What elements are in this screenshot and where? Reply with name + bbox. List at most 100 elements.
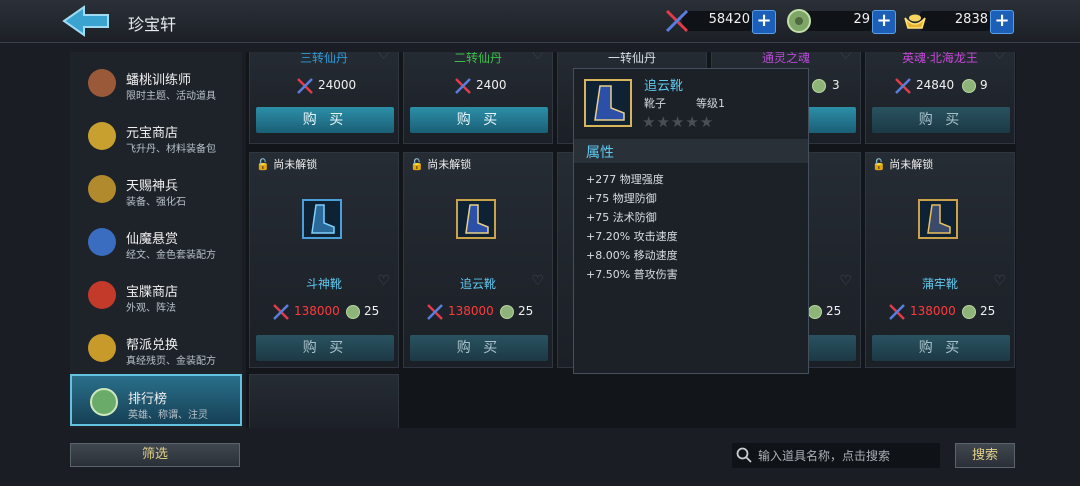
search-box (732, 443, 940, 468)
item-name: 三转仙丹 (299, 52, 348, 65)
divine-weapon-icon (88, 175, 116, 203)
search-input[interactable] (756, 445, 936, 467)
lock-icon: 🔓 (256, 158, 270, 171)
item-card[interactable] (249, 374, 399, 428)
sidebar-item-guild-exchange[interactable]: 帮派兑换 真经残页、金装配方 (70, 322, 242, 374)
item-name: 蒲牢靴 (921, 277, 958, 291)
item-name: 斗神靴 (305, 277, 342, 291)
lock-text: 尚未解锁 (889, 158, 934, 171)
item-name: 英魂·北海龙王 (902, 52, 978, 65)
favorite-heart-icon[interactable]: ♡ (377, 273, 390, 289)
jade-coin-icon (962, 305, 976, 319)
jade-coin-icon (962, 79, 976, 93)
crossed-swords-icon (895, 78, 911, 94)
sidebar-item-sub: 飞升丹、材料装备包 (126, 144, 216, 155)
sidebar-item-label: 天赐神兵 (126, 179, 179, 194)
item-name: 一转仙丹 (607, 52, 656, 65)
category-sidebar: 蟠桃训练师 限时主题、活动道具 元宝商店 飞升丹、材料装备包 天赐神兵 装备、强… (70, 52, 242, 428)
price-value: 24000 (318, 78, 357, 92)
buy-button[interactable]: 购 买 (872, 335, 1010, 361)
item-tooltip: 追云靴 靴子 等级1 ★★★★★ 属性 +277 物理强度 +75 物理防御 +… (573, 68, 809, 374)
sidebar-item-peach-trainer[interactable]: 蟠桃训练师 限时主题、活动道具 (70, 57, 242, 109)
item-card[interactable]: 🔓 尚未解锁 斗神靴 ♡ 138000 25 购 买 (249, 152, 399, 368)
favorite-heart-icon[interactable]: ♡ (839, 52, 852, 63)
filter-button[interactable]: 筛选 (70, 443, 240, 467)
sidebar-item-scroll-shop[interactable]: 宝牒商店 外观、阵法 (70, 269, 242, 321)
add-currency-button[interactable]: + (752, 10, 776, 34)
tooltip-item-level: 等级1 (696, 97, 725, 110)
jade-coin-icon (787, 9, 811, 33)
gold-ingot-icon (904, 14, 926, 29)
price-value: 138000 (448, 304, 494, 318)
buy-button[interactable]: 购 买 (256, 335, 394, 361)
lock-text: 尚未解锁 (273, 158, 318, 171)
back-arrow-icon[interactable] (62, 4, 112, 38)
stat-line: +75 物理防御 (586, 192, 657, 205)
peach-icon (88, 69, 116, 97)
sidebar-item-label: 排行榜 (128, 392, 168, 407)
buy-button[interactable]: 购 买 (410, 107, 548, 133)
price-jade-value: 25 (980, 304, 996, 318)
jade-coin-icon (812, 79, 826, 93)
item-price: 138000 25 (404, 303, 552, 321)
stat-line: +7.50% 普攻伤害 (586, 268, 678, 281)
sidebar-item-ranking[interactable]: 排行榜 英雄、称谓、注灵 (70, 374, 242, 426)
boot-icon (302, 199, 342, 239)
stat-line: +7.20% 攻击速度 (586, 230, 678, 243)
add-currency-button[interactable]: + (872, 10, 896, 34)
section-title: 属性 (586, 145, 614, 161)
currency-jade: 29 + (786, 8, 896, 34)
sidebar-item-sub: 外观、阵法 (126, 303, 176, 314)
item-card[interactable]: 🔓 尚未解锁 追云靴 ♡ 138000 25 购 买 (403, 152, 553, 368)
star-rating: ★★★★★ (642, 113, 715, 131)
currency-gold: 2838 + (902, 8, 1014, 34)
item-price: 138000 25 (250, 303, 398, 321)
crossed-swords-icon (273, 304, 289, 320)
sidebar-item-sub: 英雄、称谓、注灵 (128, 410, 208, 421)
page-title: 珍宝轩 (128, 15, 177, 34)
sidebar-item-label: 宝牒商店 (126, 285, 179, 300)
item-name: 二转仙丹 (453, 52, 502, 65)
favorite-heart-icon[interactable]: ♡ (839, 273, 852, 289)
price-jade-value: 25 (518, 304, 534, 318)
boot-icon (918, 199, 958, 239)
price-jade-value: 3 (832, 78, 840, 92)
item-name: 追云靴 (459, 277, 496, 291)
sidebar-item-yuanbao-shop[interactable]: 元宝商店 飞升丹、材料装备包 (70, 110, 242, 162)
sidebar-item-divine-weapon[interactable]: 天赐神兵 装备、强化石 (70, 163, 242, 215)
crossed-swords-icon (427, 304, 443, 320)
ranking-icon (90, 388, 118, 416)
currency-swords: 58420 + (664, 8, 776, 34)
crossed-swords-icon (455, 78, 471, 94)
add-currency-button[interactable]: + (990, 10, 1014, 34)
item-card[interactable]: 三转仙丹 ♡ 24000 购 买 (249, 52, 399, 144)
sidebar-item-label: 帮派兑换 (126, 338, 179, 353)
favorite-heart-icon[interactable]: ♡ (993, 273, 1006, 289)
jade-coin-icon (500, 305, 514, 319)
tooltip-item-name: 追云靴 (644, 79, 684, 94)
search-button[interactable]: 搜索 (955, 443, 1015, 468)
sidebar-item-sub: 限时主题、活动道具 (126, 91, 216, 102)
favorite-heart-icon[interactable]: ♡ (993, 52, 1006, 63)
boot-icon (456, 199, 496, 239)
search-icon (736, 447, 752, 463)
buy-button[interactable]: 购 买 (410, 335, 548, 361)
stat-line: +8.00% 移动速度 (586, 249, 678, 262)
item-name: 通灵之魂 (761, 52, 810, 65)
buy-button[interactable]: 购 买 (872, 107, 1010, 133)
price-value: 2400 (476, 78, 507, 92)
jade-coin-icon (808, 305, 822, 319)
buy-button[interactable]: 购 买 (256, 107, 394, 133)
item-card[interactable]: 二转仙丹 ♡ 2400 购 买 (403, 52, 553, 144)
item-card[interactable]: 英魂·北海龙王 ♡ 24840 9 购 买 (865, 52, 1015, 144)
sidebar-item-bounty[interactable]: 仙魔悬赏 经文、金色套装配方 (70, 216, 242, 268)
favorite-heart-icon[interactable]: ♡ (531, 52, 544, 63)
locked-label: 🔓 尚未解锁 (872, 156, 933, 172)
favorite-heart-icon[interactable]: ♡ (531, 273, 544, 289)
price-value: 138000 (910, 304, 956, 318)
lock-icon: 🔓 (410, 158, 424, 171)
favorite-heart-icon[interactable]: ♡ (377, 52, 390, 63)
item-card[interactable]: 🔓 尚未解锁 蒲牢靴 ♡ 138000 25 购 买 (865, 152, 1015, 368)
locked-label: 🔓 尚未解锁 (410, 156, 471, 172)
item-price: 2400 (404, 77, 552, 95)
